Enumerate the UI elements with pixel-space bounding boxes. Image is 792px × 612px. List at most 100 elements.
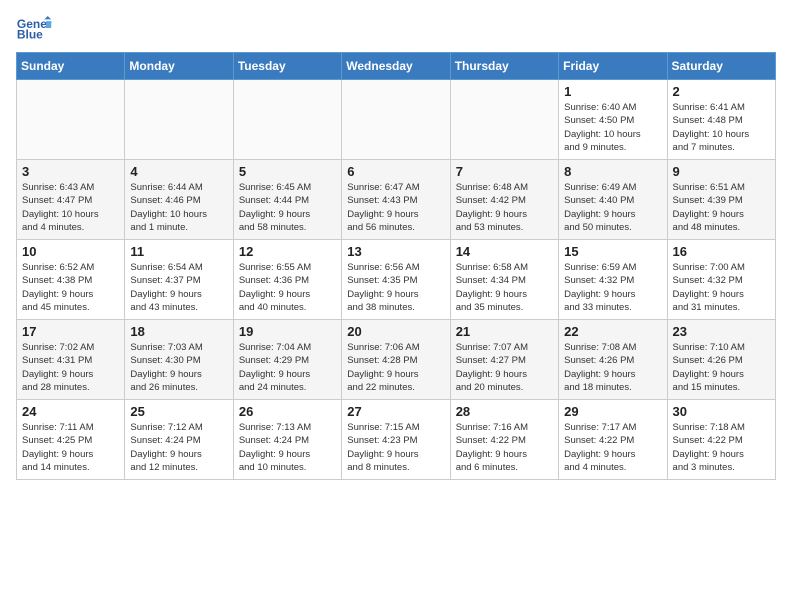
day-number: 28 — [456, 404, 553, 419]
day-info: Sunrise: 6:45 AM Sunset: 4:44 PM Dayligh… — [239, 181, 336, 234]
day-number: 24 — [22, 404, 119, 419]
calendar-cell: 5 Sunrise: 6:45 AM Sunset: 4:44 PM Daylig… — [233, 160, 341, 240]
day-info: Sunrise: 7:02 AM Sunset: 4:31 PM Dayligh… — [22, 341, 119, 394]
calendar-cell: 20 Sunrise: 7:06 AM Sunset: 4:28 PM Dayli… — [342, 320, 450, 400]
calendar-cell: 2 Sunrise: 6:41 AM Sunset: 4:48 PM Daylig… — [667, 80, 775, 160]
calendar-cell: 21 Sunrise: 7:07 AM Sunset: 4:27 PM Dayli… — [450, 320, 558, 400]
day-info: Sunrise: 7:07 AM Sunset: 4:27 PM Dayligh… — [456, 341, 553, 394]
day-number: 18 — [130, 324, 227, 339]
calendar-cell: 12 Sunrise: 6:55 AM Sunset: 4:36 PM Dayli… — [233, 240, 341, 320]
day-info: Sunrise: 6:54 AM Sunset: 4:37 PM Dayligh… — [130, 261, 227, 314]
weekday-header-saturday: Saturday — [667, 53, 775, 80]
day-number: 4 — [130, 164, 227, 179]
calendar-cell: 23 Sunrise: 7:10 AM Sunset: 4:26 PM Dayli… — [667, 320, 775, 400]
day-info: Sunrise: 7:15 AM Sunset: 4:23 PM Dayligh… — [347, 421, 444, 474]
day-info: Sunrise: 7:11 AM Sunset: 4:25 PM Dayligh… — [22, 421, 119, 474]
day-info: Sunrise: 7:03 AM Sunset: 4:30 PM Dayligh… — [130, 341, 227, 394]
day-number: 8 — [564, 164, 661, 179]
calendar-cell: 4 Sunrise: 6:44 AM Sunset: 4:46 PM Daylig… — [125, 160, 233, 240]
day-info: Sunrise: 7:12 AM Sunset: 4:24 PM Dayligh… — [130, 421, 227, 474]
calendar-cell: 18 Sunrise: 7:03 AM Sunset: 4:30 PM Dayli… — [125, 320, 233, 400]
weekday-header-thursday: Thursday — [450, 53, 558, 80]
day-number: 3 — [22, 164, 119, 179]
weekday-header-friday: Friday — [559, 53, 667, 80]
calendar-cell: 30 Sunrise: 7:18 AM Sunset: 4:22 PM Dayli… — [667, 400, 775, 480]
day-number: 30 — [673, 404, 770, 419]
day-info: Sunrise: 6:59 AM Sunset: 4:32 PM Dayligh… — [564, 261, 661, 314]
day-number: 5 — [239, 164, 336, 179]
weekday-header-wednesday: Wednesday — [342, 53, 450, 80]
day-number: 21 — [456, 324, 553, 339]
day-info: Sunrise: 6:47 AM Sunset: 4:43 PM Dayligh… — [347, 181, 444, 234]
calendar-table: SundayMondayTuesdayWednesdayThursdayFrid… — [16, 52, 776, 480]
calendar-cell: 13 Sunrise: 6:56 AM Sunset: 4:35 PM Dayli… — [342, 240, 450, 320]
calendar-cell: 26Sunrise: 7:13 AM Sunset: 4:24 PM Dayli… — [233, 400, 341, 480]
calendar-cell: 6Sunrise: 6:47 AM Sunset: 4:43 PM Daylig… — [342, 160, 450, 240]
day-number: 9 — [673, 164, 770, 179]
calendar-cell — [233, 80, 341, 160]
day-info: Sunrise: 7:06 AM Sunset: 4:28 PM Dayligh… — [347, 341, 444, 394]
day-number: 23 — [673, 324, 770, 339]
calendar-cell: 27 Sunrise: 7:15 AM Sunset: 4:23 PM Dayli… — [342, 400, 450, 480]
calendar-cell — [342, 80, 450, 160]
day-number: 10 — [22, 244, 119, 259]
logo-icon: General Blue — [16, 16, 52, 40]
calendar-cell: 1 Sunrise: 6:40 AM Sunset: 4:50 PM Daylig… — [559, 80, 667, 160]
calendar-cell: 11 Sunrise: 6:54 AM Sunset: 4:37 PM Dayli… — [125, 240, 233, 320]
day-number: 12 — [239, 244, 336, 259]
day-info: Sunrise: 6:55 AM Sunset: 4:36 PM Dayligh… — [239, 261, 336, 314]
day-info: Sunrise: 6:40 AM Sunset: 4:50 PM Dayligh… — [564, 101, 661, 154]
logo: General Blue — [16, 16, 52, 40]
day-info: Sunrise: 6:41 AM Sunset: 4:48 PM Dayligh… — [673, 101, 770, 154]
day-info: Sunrise: 6:48 AM Sunset: 4:42 PM Dayligh… — [456, 181, 553, 234]
calendar-cell — [17, 80, 125, 160]
weekday-header-sunday: Sunday — [17, 53, 125, 80]
calendar-cell: 9 Sunrise: 6:51 AM Sunset: 4:39 PM Daylig… — [667, 160, 775, 240]
day-info: Sunrise: 7:00 AM Sunset: 4:32 PM Dayligh… — [673, 261, 770, 314]
calendar-cell: 29 Sunrise: 7:17 AM Sunset: 4:22 PM Dayli… — [559, 400, 667, 480]
day-info: Sunrise: 6:56 AM Sunset: 4:35 PM Dayligh… — [347, 261, 444, 314]
calendar-cell: 16 Sunrise: 7:00 AM Sunset: 4:32 PM Dayli… — [667, 240, 775, 320]
day-info: Sunrise: 7:17 AM Sunset: 4:22 PM Dayligh… — [564, 421, 661, 474]
calendar-cell: 22 Sunrise: 7:08 AM Sunset: 4:26 PM Dayli… — [559, 320, 667, 400]
day-info: Sunrise: 7:10 AM Sunset: 4:26 PM Dayligh… — [673, 341, 770, 394]
day-info: Sunrise: 6:52 AM Sunset: 4:38 PM Dayligh… — [22, 261, 119, 314]
day-number: 29 — [564, 404, 661, 419]
calendar-cell: 17 Sunrise: 7:02 AM Sunset: 4:31 PM Dayli… — [17, 320, 125, 400]
calendar-cell: 28 Sunrise: 7:16 AM Sunset: 4:22 PM Dayli… — [450, 400, 558, 480]
day-info: Sunrise: 7:08 AM Sunset: 4:26 PM Dayligh… — [564, 341, 661, 394]
day-info: Sunrise: 6:49 AM Sunset: 4:40 PM Dayligh… — [564, 181, 661, 234]
calendar-cell: 15 Sunrise: 6:59 AM Sunset: 4:32 PM Dayli… — [559, 240, 667, 320]
day-number: 16 — [673, 244, 770, 259]
day-number: 22 — [564, 324, 661, 339]
calendar-cell: 25Sunrise: 7:12 AM Sunset: 4:24 PM Dayli… — [125, 400, 233, 480]
day-number: 13 — [347, 244, 444, 259]
weekday-header-tuesday: Tuesday — [233, 53, 341, 80]
day-info: Sunrise: 6:58 AM Sunset: 4:34 PM Dayligh… — [456, 261, 553, 314]
day-number: 1 — [564, 84, 661, 99]
day-number: 15 — [564, 244, 661, 259]
calendar-cell: 7 Sunrise: 6:48 AM Sunset: 4:42 PM Daylig… — [450, 160, 558, 240]
day-info: Sunrise: 6:44 AM Sunset: 4:46 PM Dayligh… — [130, 181, 227, 234]
calendar-cell: 3Sunrise: 6:43 AM Sunset: 4:47 PM Daylig… — [17, 160, 125, 240]
calendar-cell: 24 Sunrise: 7:11 AM Sunset: 4:25 PM Dayli… — [17, 400, 125, 480]
page-header: General Blue — [16, 16, 776, 40]
day-number: 26 — [239, 404, 336, 419]
day-number: 2 — [673, 84, 770, 99]
calendar-cell — [125, 80, 233, 160]
day-number: 11 — [130, 244, 227, 259]
day-info: Sunrise: 7:16 AM Sunset: 4:22 PM Dayligh… — [456, 421, 553, 474]
day-number: 14 — [456, 244, 553, 259]
day-number: 27 — [347, 404, 444, 419]
day-number: 7 — [456, 164, 553, 179]
weekday-header-monday: Monday — [125, 53, 233, 80]
day-number: 19 — [239, 324, 336, 339]
day-number: 17 — [22, 324, 119, 339]
calendar-cell — [450, 80, 558, 160]
calendar-cell: 19 Sunrise: 7:04 AM Sunset: 4:29 PM Dayli… — [233, 320, 341, 400]
calendar-cell: 14 Sunrise: 6:58 AM Sunset: 4:34 PM Dayli… — [450, 240, 558, 320]
day-number: 20 — [347, 324, 444, 339]
day-info: Sunrise: 6:51 AM Sunset: 4:39 PM Dayligh… — [673, 181, 770, 234]
day-info: Sunrise: 7:18 AM Sunset: 4:22 PM Dayligh… — [673, 421, 770, 474]
day-info: Sunrise: 7:04 AM Sunset: 4:29 PM Dayligh… — [239, 341, 336, 394]
